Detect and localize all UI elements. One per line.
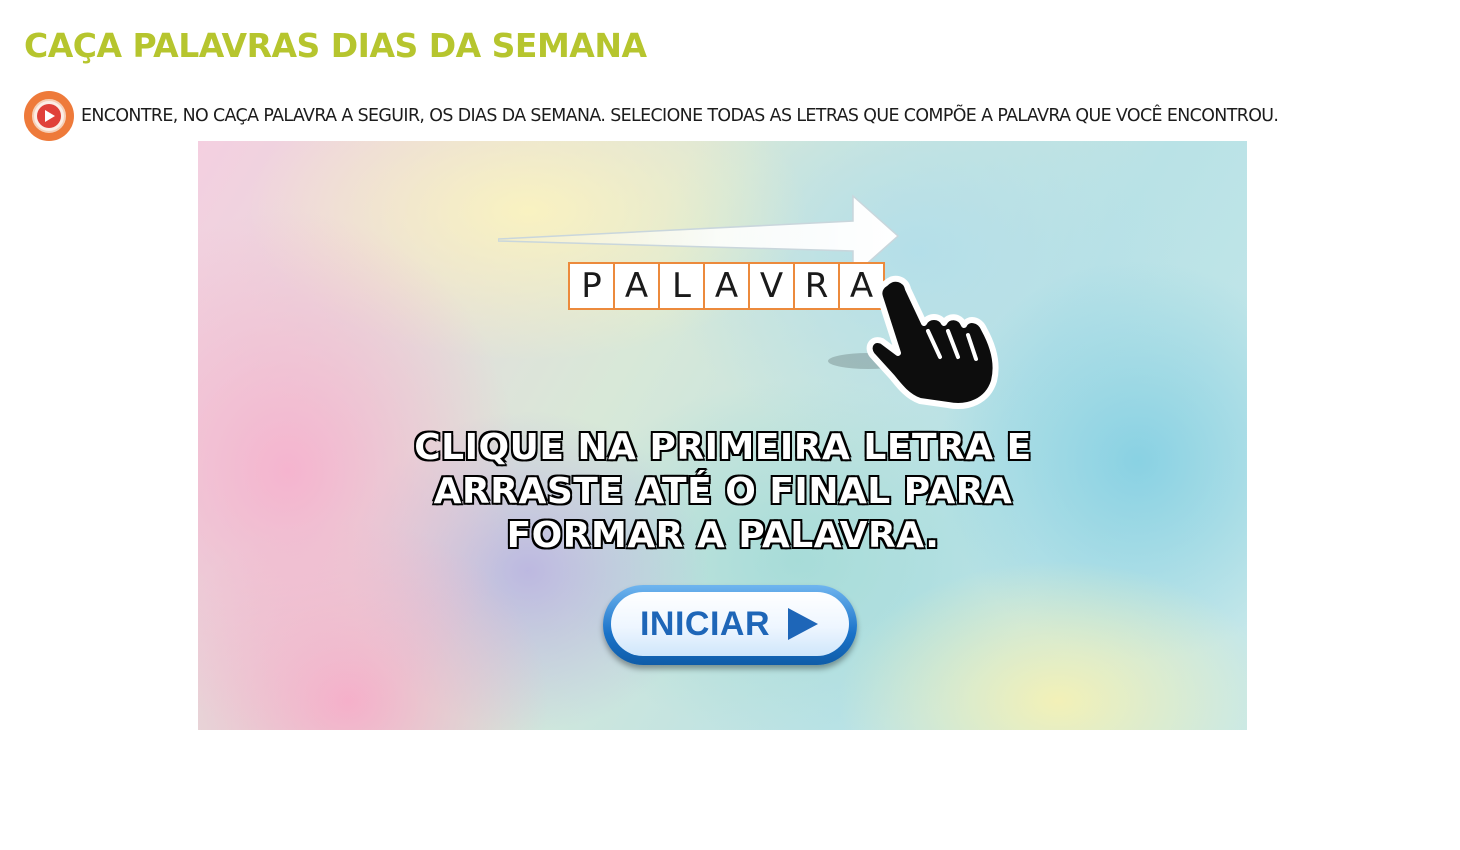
instruction-line: FORMAR A PALAVRA. — [506, 514, 940, 557]
play-audio-icon — [37, 104, 61, 128]
letter-tile: L — [658, 262, 705, 310]
play-triangle-icon — [788, 608, 819, 640]
game-instruction: CLIQUE NA PRIMEIRA LETRA E ARRASTE ATÉ O… — [398, 426, 1048, 558]
game-canvas[interactable]: P A L A V R A CLIQUE NA PRIMEIRA LETRA E… — [198, 141, 1247, 730]
instruction-line: CLIQUE NA PRIMEIRA LETRA E — [413, 426, 1032, 469]
start-button[interactable]: INICIAR — [603, 585, 857, 665]
instruction-row: ENCONTRE, NO CAÇA PALAVRA A SEGUIR, OS D… — [24, 91, 1279, 141]
instruction-text: ENCONTRE, NO CAÇA PALAVRA A SEGUIR, OS D… — [81, 106, 1279, 126]
letter-tile: A — [613, 262, 660, 310]
instruction-line: ARRASTE ATÉ O FINAL PARA — [433, 470, 1013, 513]
letter-tile: V — [748, 262, 795, 310]
audio-play-button[interactable] — [24, 91, 74, 141]
letter-tile: A — [703, 262, 750, 310]
letter-tile: P — [568, 262, 615, 310]
pointing-hand-icon — [828, 275, 999, 409]
start-button-label: INICIAR — [639, 604, 771, 643]
page-title: CAÇA PALAVRAS DIAS DA SEMANA — [24, 26, 647, 65]
